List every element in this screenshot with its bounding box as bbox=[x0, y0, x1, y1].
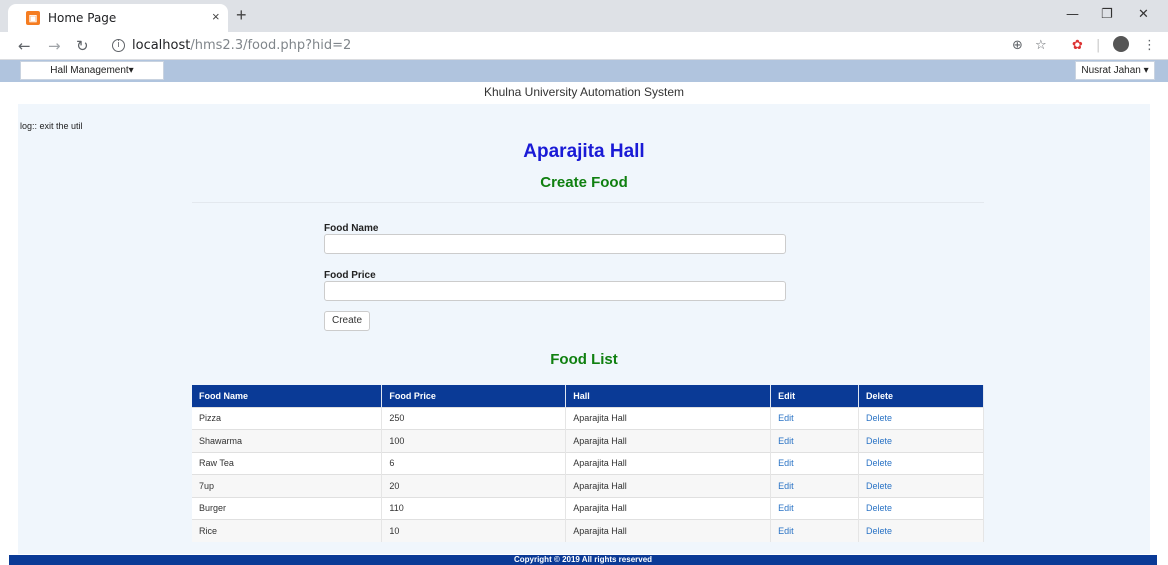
edit-link[interactable]: Edit bbox=[770, 429, 860, 452]
address-bar: ← → ↻ i localhost/hms2.3/food.php?hid=2 … bbox=[0, 32, 1168, 60]
extension-icon[interactable]: ✿ bbox=[1072, 38, 1083, 53]
food-name-input[interactable] bbox=[324, 234, 786, 254]
cell-food-name: Burger bbox=[192, 496, 383, 520]
system-title: Khulna University Automation System bbox=[483, 85, 685, 99]
delete-link[interactable]: Delete bbox=[858, 519, 984, 542]
delete-link[interactable]: Delete bbox=[858, 496, 984, 520]
food-price-label: Food Price bbox=[324, 270, 376, 281]
reload-icon[interactable]: ↻ bbox=[76, 37, 89, 55]
zoom-icon[interactable]: ⊕ bbox=[1012, 38, 1023, 53]
hall-management-dropdown[interactable]: Hall Management▾ bbox=[20, 61, 164, 80]
table-row: Rice 10 Aparajita Hall Edit Delete bbox=[192, 519, 984, 542]
cell-food-price: 110 bbox=[381, 496, 567, 520]
log-text: log:: exit the util bbox=[20, 121, 83, 131]
browser-tabstrip: ▣ Home Page × + — ❐ ✕ bbox=[0, 0, 1168, 32]
table-row: Raw Tea 6 Aparajita Hall Edit Delete bbox=[192, 451, 984, 475]
table-row: 7up 20 Aparajita Hall Edit Delete bbox=[192, 474, 984, 497]
create-food-heading: Create Food bbox=[540, 174, 628, 191]
app-navbar: Hall Management▾ Nusrat Jahan ▾ bbox=[0, 60, 1168, 82]
toolbar-divider: | bbox=[1096, 38, 1101, 53]
header-hall: Hall bbox=[565, 385, 772, 407]
food-price-input[interactable] bbox=[324, 281, 786, 301]
cell-food-name: Shawarma bbox=[192, 429, 383, 452]
profile-icon[interactable] bbox=[1113, 36, 1129, 52]
back-icon[interactable]: ← bbox=[18, 37, 31, 55]
food-name-label: Food Name bbox=[324, 223, 379, 234]
edit-link[interactable]: Edit bbox=[770, 474, 860, 497]
edit-link[interactable]: Edit bbox=[770, 406, 860, 430]
cell-food-name: 7up bbox=[192, 474, 383, 497]
close-window-icon[interactable]: ✕ bbox=[1138, 7, 1149, 22]
favicon-icon: ▣ bbox=[26, 11, 40, 25]
user-dropdown[interactable]: Nusrat Jahan ▾ bbox=[1075, 61, 1155, 80]
create-button[interactable]: Create bbox=[324, 311, 370, 331]
caret-down-icon: ▾ bbox=[128, 65, 134, 76]
cell-hall: Aparajita Hall bbox=[565, 406, 772, 430]
table-row: Shawarma 100 Aparajita Hall Edit Delete bbox=[192, 429, 984, 452]
delete-link[interactable]: Delete bbox=[858, 406, 984, 430]
browser-tab[interactable]: ▣ Home Page × bbox=[8, 4, 228, 32]
star-icon[interactable]: ☆ bbox=[1035, 38, 1047, 53]
food-table: Food Name Food Price Hall Edit Delete Pi… bbox=[192, 385, 984, 542]
table-header-row: Food Name Food Price Hall Edit Delete bbox=[192, 385, 984, 407]
delete-link[interactable]: Delete bbox=[858, 474, 984, 497]
cell-food-price: 10 bbox=[381, 519, 567, 542]
header-food-price: Food Price bbox=[381, 385, 567, 407]
cell-food-name: Pizza bbox=[192, 406, 383, 430]
url-input[interactable]: i localhost/hms2.3/food.php?hid=2 bbox=[104, 35, 984, 57]
cell-food-price: 6 bbox=[381, 451, 567, 475]
food-list-heading: Food List bbox=[550, 351, 618, 368]
delete-link[interactable]: Delete bbox=[858, 429, 984, 452]
cell-food-name: Raw Tea bbox=[192, 451, 383, 475]
edit-link[interactable]: Edit bbox=[770, 496, 860, 520]
header-food-name: Food Name bbox=[192, 385, 383, 407]
url-text: localhost/hms2.3/food.php?hid=2 bbox=[132, 38, 352, 53]
header-edit: Edit bbox=[770, 385, 860, 407]
minimize-icon[interactable]: — bbox=[1066, 7, 1079, 22]
tab-close-icon[interactable]: × bbox=[212, 9, 220, 24]
menu-icon[interactable]: ⋮ bbox=[1143, 38, 1156, 53]
footer: Copyright © 2019 All rights reserved bbox=[9, 555, 1157, 565]
cell-food-price: 100 bbox=[381, 429, 567, 452]
cell-hall: Aparajita Hall bbox=[565, 451, 772, 475]
cell-food-price: 250 bbox=[381, 406, 567, 430]
cell-food-price: 20 bbox=[381, 474, 567, 497]
header-delete: Delete bbox=[858, 385, 984, 407]
cell-food-name: Rice bbox=[192, 519, 383, 542]
cell-hall: Aparajita Hall bbox=[565, 496, 772, 520]
forward-icon[interactable]: → bbox=[48, 37, 61, 55]
cell-hall: Aparajita Hall bbox=[565, 519, 772, 542]
caret-down-icon: ▾ bbox=[1143, 65, 1149, 76]
edit-link[interactable]: Edit bbox=[770, 451, 860, 475]
table-row: Pizza 250 Aparajita Hall Edit Delete bbox=[192, 406, 984, 430]
delete-link[interactable]: Delete bbox=[858, 451, 984, 475]
table-row: Burger 110 Aparajita Hall Edit Delete bbox=[192, 496, 984, 520]
tab-title: Home Page bbox=[48, 11, 117, 25]
info-icon[interactable]: i bbox=[112, 39, 125, 52]
cell-hall: Aparajita Hall bbox=[565, 429, 772, 452]
hall-title: Aparajita Hall bbox=[523, 141, 645, 162]
restore-icon[interactable]: ❐ bbox=[1101, 7, 1113, 22]
edit-link[interactable]: Edit bbox=[770, 519, 860, 542]
divider bbox=[192, 202, 984, 203]
cell-hall: Aparajita Hall bbox=[565, 474, 772, 497]
new-tab-button[interactable]: + bbox=[236, 5, 247, 26]
